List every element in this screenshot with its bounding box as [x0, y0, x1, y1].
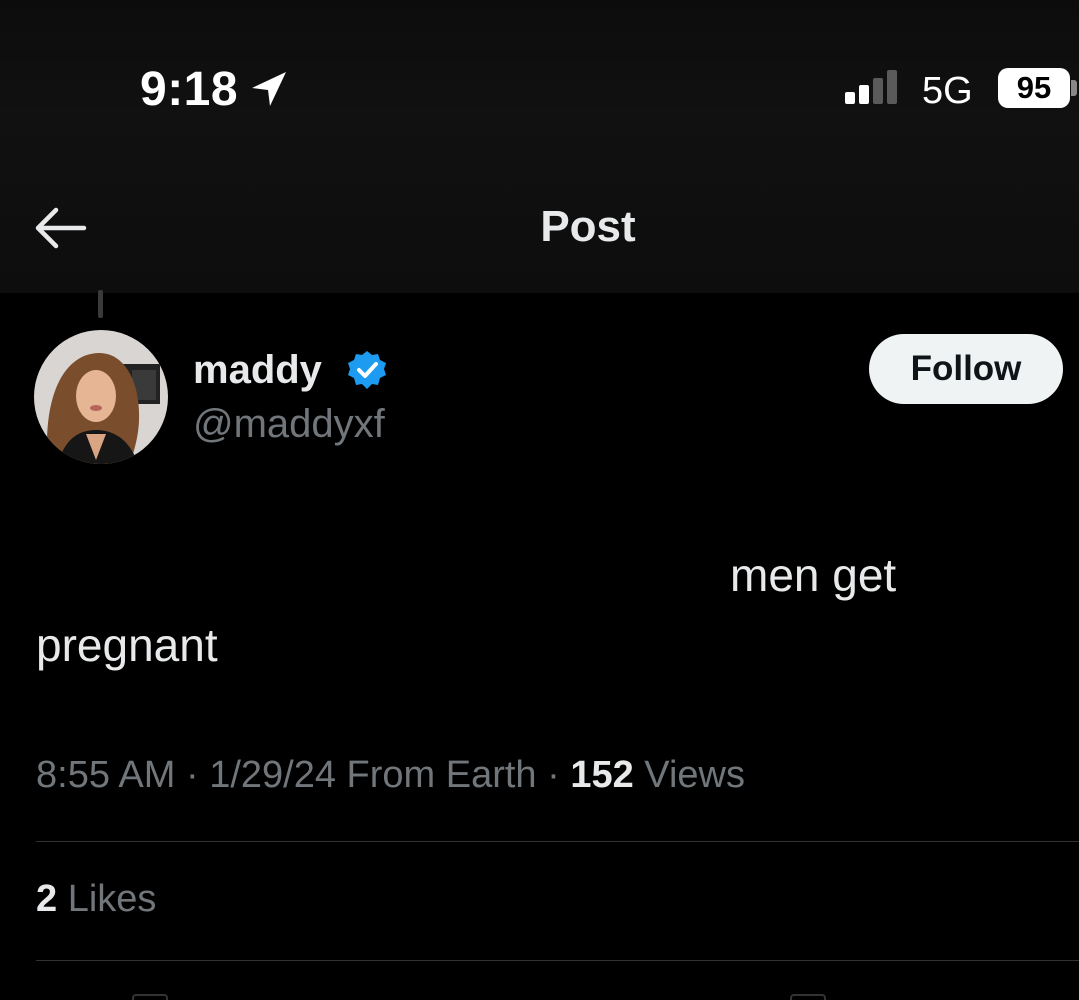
status-bar: 9:18 5G 95 — [0, 0, 1079, 140]
likes-stat[interactable]: 2 Likes — [36, 878, 156, 921]
nav-bar: Post — [0, 180, 1079, 280]
post-text-line-1: men get — [730, 549, 897, 601]
action-icon-partial[interactable] — [132, 994, 168, 1000]
network-type-label: 5G — [922, 70, 973, 112]
battery-indicator: 95 — [998, 68, 1070, 108]
status-time: 9:18 — [140, 63, 239, 116]
author-display-name[interactable]: maddy — [193, 348, 322, 393]
thread-connector-line — [98, 290, 103, 318]
post-text-line-2: pregnant — [36, 619, 218, 671]
action-icon-partial[interactable] — [790, 994, 826, 1000]
location-arrow-icon — [252, 72, 286, 106]
divider — [36, 841, 1079, 842]
verified-badge-icon — [348, 351, 386, 389]
post-screen: 9:18 5G 95 Post maddy @maddyxf Follow me… — [0, 0, 1079, 1000]
post-text: men get pregnant — [36, 540, 1056, 680]
post-timestamp-source: 8:55 AM · 1/29/24 From Earth · — [36, 754, 571, 796]
post-metadata: 8:55 AM · 1/29/24 From Earth · 152 Views — [36, 754, 745, 797]
author-handle[interactable]: @maddyxf — [193, 402, 385, 447]
views-count: 152 — [570, 754, 634, 796]
likes-count: 2 — [36, 878, 58, 920]
page-title: Post — [540, 202, 636, 251]
likes-label: Likes — [57, 878, 157, 920]
views-label: Views — [633, 754, 745, 796]
avatar-image — [34, 330, 168, 464]
divider — [36, 960, 1079, 961]
cellular-signal-icon — [845, 70, 897, 104]
battery-tip — [1071, 80, 1077, 96]
follow-button[interactable]: Follow — [869, 334, 1063, 404]
avatar[interactable] — [34, 330, 168, 464]
